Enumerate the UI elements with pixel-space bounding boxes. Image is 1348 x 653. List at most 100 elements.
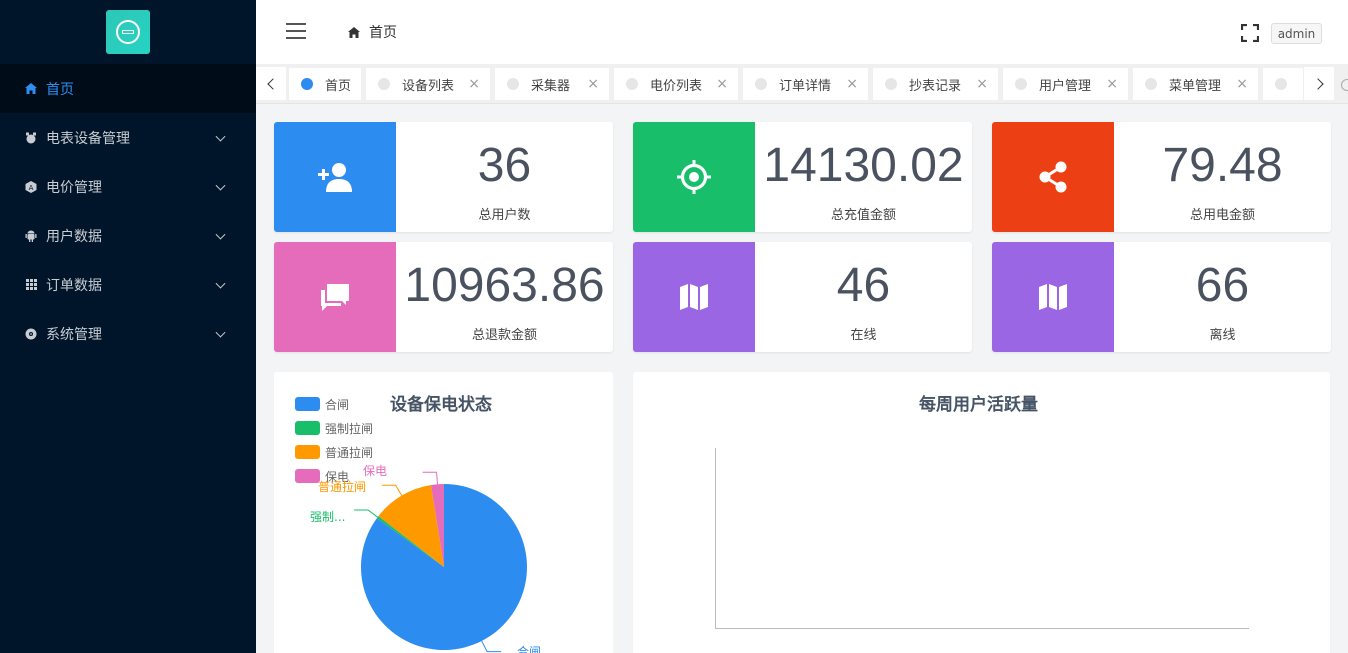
tab-status-dot bbox=[626, 78, 638, 90]
chevron-down-icon bbox=[215, 229, 226, 240]
tab-overflow[interactable] bbox=[1263, 68, 1303, 100]
pie-leader-line-3 bbox=[422, 471, 438, 485]
menu-toggle-icon[interactable] bbox=[286, 23, 306, 39]
sidebar-item-0[interactable]: 首页 bbox=[0, 64, 256, 113]
tab-status-dot bbox=[1275, 78, 1287, 90]
tab-label: 菜单管理 bbox=[1169, 78, 1222, 94]
tab-status-dot bbox=[755, 78, 767, 90]
chevron-down-icon bbox=[215, 131, 226, 142]
pie-label-qiangzhi: 强制... bbox=[310, 510, 346, 524]
pie-label-baodian: 保电 bbox=[363, 464, 388, 478]
tab-label: 用户管理 bbox=[1039, 78, 1092, 94]
tabs-scroll-left-button[interactable] bbox=[256, 67, 286, 100]
sidebar: 首页电表设备管理 A 电价管理用户数据订单数据系统管理 bbox=[0, 0, 256, 653]
sidebar-item-label: 系统管理 bbox=[46, 326, 102, 343]
svg-text:A: A bbox=[29, 184, 34, 192]
stat-value: 10963.86 bbox=[404, 259, 605, 312]
stat-card-3: 10963.86 总退款金额 bbox=[274, 242, 613, 352]
tab-0[interactable]: 首页 bbox=[289, 68, 361, 100]
tab-status-dot bbox=[1145, 78, 1157, 90]
grid-icon bbox=[24, 278, 38, 292]
stat-card-0: 36 总用户数 bbox=[274, 122, 613, 232]
home-icon bbox=[348, 26, 360, 38]
logo-area bbox=[0, 0, 256, 64]
stat-icon-block bbox=[992, 242, 1114, 352]
stat-icon-block bbox=[633, 122, 755, 232]
tab-status-dot bbox=[1015, 78, 1027, 90]
app-logo[interactable] bbox=[106, 10, 150, 54]
tab-2[interactable]: 采集器 × bbox=[495, 68, 609, 100]
chevron-down-icon bbox=[215, 327, 226, 338]
target-icon bbox=[677, 160, 711, 194]
tab-label: 首页 bbox=[325, 78, 352, 94]
sidebar-item-label: 用户数据 bbox=[46, 228, 102, 245]
stat-value: 79.48 bbox=[1162, 139, 1283, 192]
meter-icon bbox=[24, 131, 38, 145]
tab-status-dot bbox=[507, 78, 519, 90]
stat-icon-block bbox=[274, 122, 396, 232]
stat-label: 总退款金额 bbox=[471, 328, 537, 343]
sidebar-item-4[interactable]: 订单数据 bbox=[0, 260, 256, 309]
close-icon[interactable]: × bbox=[846, 76, 858, 92]
tab-status-dot bbox=[378, 78, 390, 90]
sidebar-item-2[interactable]: A 电价管理 bbox=[0, 162, 256, 211]
chat-icon bbox=[319, 282, 351, 312]
user-add-icon bbox=[317, 162, 353, 192]
share-icon bbox=[1038, 161, 1068, 193]
sidebar-item-1[interactable]: 电表设备管理 bbox=[0, 113, 256, 162]
pie-label-hezha: 合闸 bbox=[517, 645, 542, 653]
sidebar-item-label: 首页 bbox=[46, 81, 74, 98]
close-icon[interactable]: × bbox=[1236, 76, 1248, 92]
stat-value: 36 bbox=[477, 139, 532, 192]
map-icon bbox=[1038, 283, 1068, 311]
pie-leader-line-1 bbox=[354, 509, 378, 518]
stat-icon-block bbox=[633, 242, 755, 352]
tabs-bar: 首页 设备列表 × 采集器 × 电价列表 × 订单详情 × 抄表记录 × 用户管理 × 菜单管理 × bbox=[256, 64, 1348, 104]
stat-label: 在线 bbox=[850, 328, 877, 343]
tab-status-dot bbox=[885, 78, 897, 90]
close-icon[interactable]: × bbox=[468, 76, 480, 92]
tab-7[interactable]: 菜单管理 × bbox=[1133, 68, 1258, 100]
settings-icon bbox=[24, 327, 38, 341]
close-icon[interactable]: × bbox=[587, 76, 599, 92]
stat-card-1: 14130.02 总充值金额 bbox=[633, 122, 972, 232]
tab-3[interactable]: 电价列表 × bbox=[614, 68, 738, 100]
chevron-down-icon bbox=[215, 278, 226, 289]
stat-icon-block bbox=[274, 242, 396, 352]
stat-card-2: 79.48 总用电金额 bbox=[992, 122, 1331, 232]
stat-label: 离线 bbox=[1209, 328, 1236, 343]
fullscreen-icon[interactable] bbox=[1241, 24, 1259, 42]
map-icon bbox=[679, 283, 709, 311]
tab-label: 抄表记录 bbox=[909, 78, 962, 94]
tab-label: 采集器 bbox=[531, 78, 571, 94]
open-tabs: 首页 设备列表 × 采集器 × 电价列表 × 订单详情 × 抄表记录 × 用户管理 × 菜单管理 × bbox=[289, 68, 1305, 100]
tab-6[interactable]: 用户管理 × bbox=[1003, 68, 1128, 100]
tab-4[interactable]: 订单详情 × bbox=[743, 68, 868, 100]
tabs-scroll-right-button[interactable] bbox=[1304, 67, 1334, 100]
stat-label: 总充值金额 bbox=[830, 208, 896, 223]
sidebar-item-3[interactable]: 用户数据 bbox=[0, 211, 256, 260]
tab-options-icon[interactable] bbox=[1341, 79, 1348, 91]
chevron-left-icon bbox=[266, 77, 279, 90]
stat-card-5: 66 离线 bbox=[992, 242, 1331, 352]
close-icon[interactable]: × bbox=[716, 76, 728, 92]
tab-label: 设备列表 bbox=[402, 78, 455, 94]
breadcrumb-current[interactable]: 首页 bbox=[369, 22, 397, 42]
stat-label: 总用户数 bbox=[478, 208, 531, 223]
stat-icon-block bbox=[992, 122, 1114, 232]
pie-leader-line-2 bbox=[381, 484, 403, 496]
close-icon[interactable]: × bbox=[976, 76, 988, 92]
chevron-down-icon bbox=[215, 180, 226, 191]
user-menu-button[interactable]: admin bbox=[1271, 23, 1322, 44]
close-icon[interactable]: × bbox=[1106, 76, 1118, 92]
sidebar-item-5[interactable]: 系统管理 bbox=[0, 309, 256, 358]
sidebar-item-label: 电价管理 bbox=[46, 179, 102, 196]
tab-5[interactable]: 抄表记录 × bbox=[873, 68, 998, 100]
stat-card-4: 46 在线 bbox=[633, 242, 972, 352]
stat-value: 46 bbox=[836, 259, 891, 312]
tab-1[interactable]: 设备列表 × bbox=[366, 68, 490, 100]
tab-label: 订单详情 bbox=[779, 78, 832, 94]
stat-value: 14130.02 bbox=[763, 139, 964, 192]
stat-label: 总用电金额 bbox=[1189, 208, 1255, 223]
stat-value: 66 bbox=[1195, 259, 1250, 312]
